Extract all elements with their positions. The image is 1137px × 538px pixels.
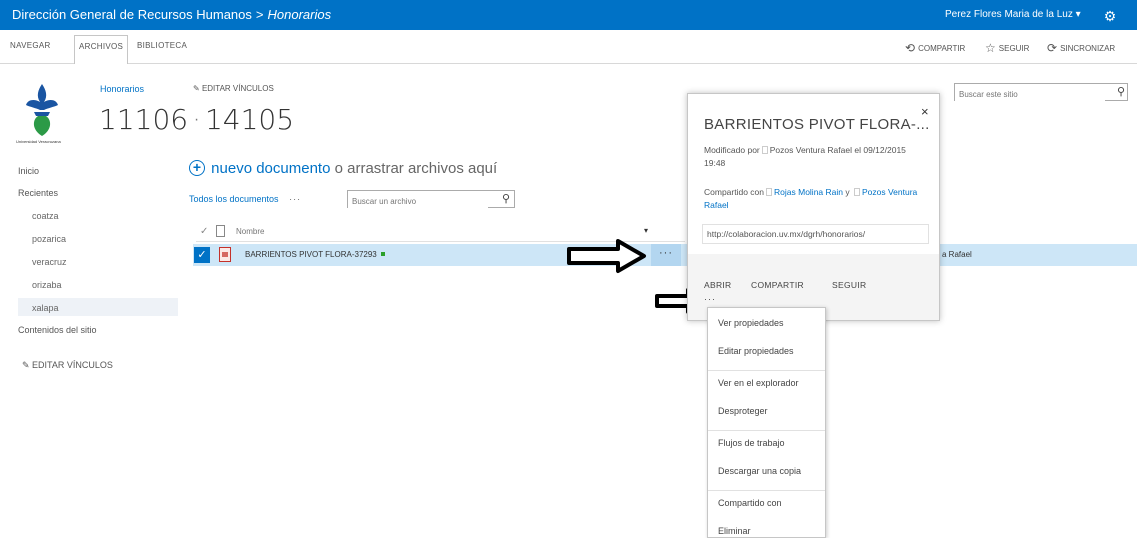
menu-item-check-out[interactable]: Desproteger — [718, 406, 768, 416]
view-more-button[interactable]: ··· — [289, 194, 301, 204]
menu-item-view-in-explorer[interactable]: Ver en el explorador — [718, 378, 799, 388]
title-part2: 14105 — [204, 103, 295, 136]
nav-orizaba[interactable]: orizaba — [32, 280, 62, 290]
document-name: BARRIENTOS PIVOT FLORA-37293 — [245, 250, 377, 259]
page-title: 11106 · 14105 — [99, 103, 294, 136]
nav-pozarica[interactable]: pozarica — [32, 234, 66, 244]
title-part1: 11106 — [99, 103, 189, 136]
arrow-annotation-ellipsis — [567, 239, 646, 273]
user-menu[interactable]: Perez Flores Maria de la Luz ▾ — [945, 9, 1081, 20]
star-icon: ☆ — [985, 41, 996, 55]
shared-prefix: Compartido con — [704, 187, 765, 197]
pencil-icon: ✎ — [193, 84, 202, 93]
callout-modified-info: Modificado por Pozos Ventura Rafael el 09… — [704, 144, 926, 170]
menu-item-edit-properties[interactable]: Editar propiedades — [718, 346, 794, 356]
menu-item-view-properties[interactable]: Ver propiedades — [718, 318, 784, 328]
callout-follow-button[interactable]: SEGUIR — [832, 280, 866, 290]
shared-user-1[interactable]: Rojas Molina Rain — [774, 187, 843, 197]
logo-caption: Universidad Veracruzana — [16, 139, 61, 144]
sync-button[interactable]: ⟳ SINCRONIZAR — [1047, 41, 1115, 55]
site-breadcrumb: Dirección General de Recursos Humanos > Ho… — [12, 7, 331, 22]
search-icon[interactable]: ⚲ — [1117, 85, 1125, 98]
sync-label: SINCRONIZAR — [1060, 44, 1116, 53]
menu-item-shared-with[interactable]: Compartido con — [718, 498, 782, 508]
add-icon[interactable]: + — [189, 160, 205, 176]
shared-and: y — [845, 187, 850, 197]
file-search-input[interactable] — [348, 193, 488, 210]
tab-navegar[interactable]: NAVEGAR — [10, 41, 51, 50]
drag-files-text: o arrastrar archivos aquí — [334, 160, 498, 177]
document-callout: BARRIENTOS PIVOT FLORA-... × Modificado … — [687, 93, 940, 321]
tab-archivos[interactable]: ARCHIVOS — [74, 35, 129, 64]
follow-button[interactable]: ☆ SEGUIR — [985, 41, 1029, 55]
open-button[interactable]: ABRIR — [704, 280, 731, 290]
document-name-link[interactable]: BARRIENTOS PIVOT FLORA-37293 — [245, 250, 385, 259]
table-row[interactable]: ✓ BARRIENTOS PIVOT FLORA-37293 ··· a Raf… — [193, 244, 1137, 266]
menu-divider — [708, 370, 825, 371]
presence-icon — [766, 188, 773, 196]
callout-shared-info: Compartido con Rojas Molina Rain y Pozos … — [704, 186, 926, 212]
open-menu-button[interactable]: ··· — [651, 244, 681, 266]
breadcrumb-separator: > — [255, 7, 264, 22]
sync-icon: ⟳ — [1047, 41, 1058, 55]
presence-icon — [854, 188, 860, 196]
presence-icon — [761, 146, 768, 154]
nav-veracruz[interactable]: veracruz — [32, 257, 67, 267]
menu-divider — [708, 490, 825, 491]
menu-item-delete[interactable]: Eliminar — [718, 526, 751, 536]
callout-share-button[interactable]: COMPARTIR — [751, 280, 804, 290]
select-all-checkbox[interactable]: ✓ — [200, 226, 208, 237]
column-name-header[interactable]: Nombre — [236, 227, 264, 236]
search-icon[interactable]: ⚲ — [502, 192, 510, 205]
share-button[interactable]: ⟲ COMPARTIR — [905, 41, 965, 55]
nav-edit-links-label: EDITAR VÍNCULOS — [32, 360, 113, 370]
sort-indicator[interactable]: ▾ — [644, 226, 648, 235]
edit-links-top[interactable]: ✎ EDITAR VÍNCULOS — [193, 84, 274, 93]
site-search-input[interactable] — [955, 86, 1105, 103]
new-document-link[interactable]: nuevo documento — [211, 160, 330, 177]
menu-item-download-copy[interactable]: Descargar una copia — [718, 466, 801, 476]
nav-edit-links[interactable]: ✎ EDITAR VÍNCULOS — [22, 360, 113, 371]
title-dot: · — [192, 103, 201, 136]
pdf-icon — [219, 247, 231, 262]
gear-icon[interactable]: ⚙ — [1101, 7, 1119, 25]
ribbon: NAVEGAR ARCHIVOS BIBLIOTECA ⟲ COMPARTIR ☆… — [0, 30, 1137, 64]
modified-by-user[interactable]: Pozos Ventura Rafael — [770, 145, 852, 155]
follow-label: SEGUIR — [998, 44, 1030, 53]
modified-by-cell[interactable]: a Rafael — [942, 250, 972, 259]
close-icon[interactable]: × — [921, 104, 929, 119]
callout-title: BARRIENTOS PIVOT FLORA-... — [704, 116, 930, 133]
site-search-box[interactable]: ⚲ — [954, 83, 1128, 103]
view-all-documents[interactable]: Todos los documentos — [189, 194, 279, 204]
file-type-icon — [216, 225, 225, 237]
library-link[interactable]: Honorarios — [267, 7, 331, 22]
suite-bar: Dirección General de Recursos Humanos > Ho… — [0, 0, 1137, 30]
share-icon: ⟲ — [905, 41, 916, 55]
pencil-icon: ✎ — [22, 360, 33, 370]
new-item-icon — [380, 252, 385, 256]
tab-biblioteca[interactable]: BIBLIOTECA — [137, 41, 187, 50]
callout-more-button[interactable]: ··· — [704, 294, 716, 304]
edit-links-label: EDITAR VÍNCULOS — [201, 84, 274, 93]
row-checkbox[interactable]: ✓ — [194, 247, 210, 263]
nav-inicio[interactable]: Inicio — [18, 166, 39, 176]
site-link[interactable]: Dirección General de Recursos Humanos — [12, 7, 252, 22]
nav-site-contents[interactable]: Contenidos del sitio — [18, 325, 97, 335]
nav-xalapa[interactable]: xalapa — [32, 303, 59, 313]
file-search-box[interactable]: ⚲ — [347, 190, 515, 210]
breadcrumb-library[interactable]: Honorarios — [100, 84, 144, 94]
document-url-field[interactable]: http://colaboracion.uv.mx/dgrh/honorario… — [702, 224, 929, 244]
nav-coatza[interactable]: coatza — [32, 211, 59, 221]
nav-recientes[interactable]: Recientes — [18, 188, 58, 198]
menu-item-workflows[interactable]: Flujos de trabajo — [718, 438, 785, 448]
university-logo[interactable] — [18, 80, 66, 144]
new-document-area: + nuevo documento o arrastrar archivos a… — [189, 160, 497, 177]
modified-prefix: Modificado por — [704, 145, 760, 155]
share-label: COMPARTIR — [918, 44, 966, 53]
context-menu: Ver propiedades Editar propiedades Ver e… — [707, 307, 826, 538]
view-selector: Todos los documentos ··· — [189, 194, 301, 204]
menu-divider — [708, 430, 825, 431]
